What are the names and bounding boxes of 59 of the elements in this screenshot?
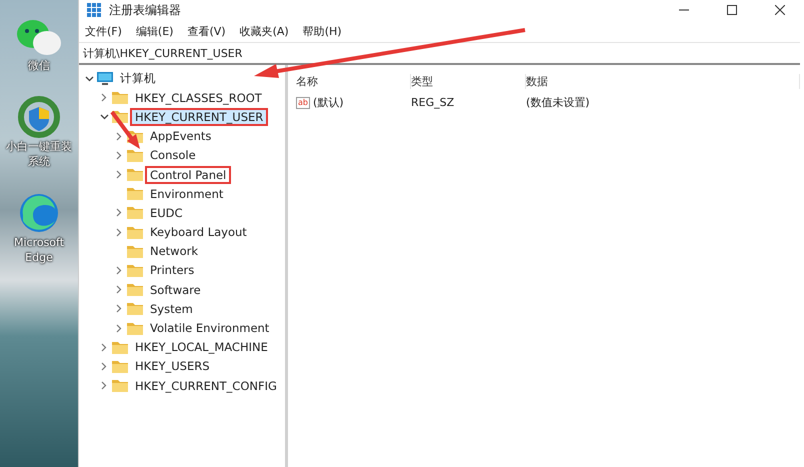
tree-item[interactable]: EUDC — [145, 204, 188, 222]
chevron-down-icon[interactable] — [100, 114, 108, 120]
folder-icon — [127, 322, 143, 335]
chevron-right-icon[interactable] — [101, 381, 107, 390]
folder-icon — [112, 340, 128, 354]
tree-item[interactable]: HKEY_CURRENT_USER — [130, 108, 268, 126]
chevron-right-icon[interactable] — [116, 208, 122, 218]
folder-icon — [127, 148, 143, 162]
tree-item[interactable]: HKEY_USERS — [130, 357, 215, 376]
registry-grid-icon — [87, 3, 101, 17]
tree-item[interactable]: Console — [145, 146, 201, 164]
folder-icon — [127, 283, 143, 296]
folder-icon — [127, 187, 143, 200]
folder-icon — [112, 91, 128, 104]
tree-item[interactable]: Printers — [145, 261, 200, 280]
close-icon — [775, 5, 785, 15]
chevron-down-icon[interactable] — [84, 76, 94, 82]
folder-icon — [127, 168, 143, 182]
tree-item[interactable]: Volatile Environment — [145, 319, 274, 338]
menu-item[interactable]: 收藏夹(A) — [238, 24, 291, 38]
chevron-right-icon[interactable] — [101, 93, 107, 102]
tree-item[interactable]: Environment — [145, 184, 228, 203]
value-type-cell-text: REG_SZ — [411, 95, 456, 110]
maximize-icon — [727, 5, 737, 15]
tree-item[interactable]: HKEY_CURRENT_CONFIG — [130, 376, 282, 395]
tree-item[interactable]: 计算机 — [115, 69, 161, 88]
folder-icon — [127, 264, 143, 277]
tree-item[interactable]: HKEY_LOCAL_MACHINE — [130, 338, 273, 356]
address-bar[interactable]: 计算机\HKEY_CURRENT_USER — [79, 42, 800, 65]
folder-icon — [112, 379, 128, 392]
tree-item[interactable]: Network — [145, 242, 204, 260]
folder-icon — [127, 206, 143, 220]
column-header[interactable]: 类型 — [411, 74, 526, 89]
string-value-icon: ab — [296, 96, 310, 108]
chevron-right-icon[interactable] — [116, 170, 122, 180]
tree-item[interactable]: Keyboard Layout — [145, 223, 252, 242]
folder-icon — [127, 302, 143, 316]
tree-item[interactable]: Control Panel — [145, 166, 232, 184]
column-header[interactable]: 数据 — [526, 74, 800, 89]
value-name: (默认) — [312, 95, 344, 110]
menu-item[interactable]: 编辑(E) — [134, 24, 176, 38]
minimize-icon — [679, 9, 689, 11]
menu-item[interactable]: 查看(V) — [185, 24, 228, 38]
computer-icon — [97, 72, 113, 86]
chevron-right-icon[interactable] — [116, 266, 122, 275]
tree-item[interactable]: HKEY_CLASSES_ROOT — [130, 88, 267, 107]
value-data-cell-text: (数值未设置) — [526, 95, 591, 110]
chevron-right-icon[interactable] — [116, 228, 122, 237]
menu-item[interactable]: 帮助(H) — [300, 24, 344, 38]
folder-icon — [112, 360, 128, 373]
menu-item[interactable]: 文件(F) — [83, 24, 124, 38]
column-header[interactable]: 名称 — [296, 74, 411, 89]
value-name-cell[interactable]: ab (默认) — [296, 95, 411, 110]
tree-item[interactable]: Software — [145, 280, 206, 299]
folder-icon — [127, 244, 143, 258]
folder-icon — [127, 226, 143, 239]
window-title: 注册表编辑器 — [109, 2, 182, 18]
tree-item[interactable]: System — [145, 300, 198, 318]
tree-item[interactable]: AppEvents — [145, 127, 216, 146]
